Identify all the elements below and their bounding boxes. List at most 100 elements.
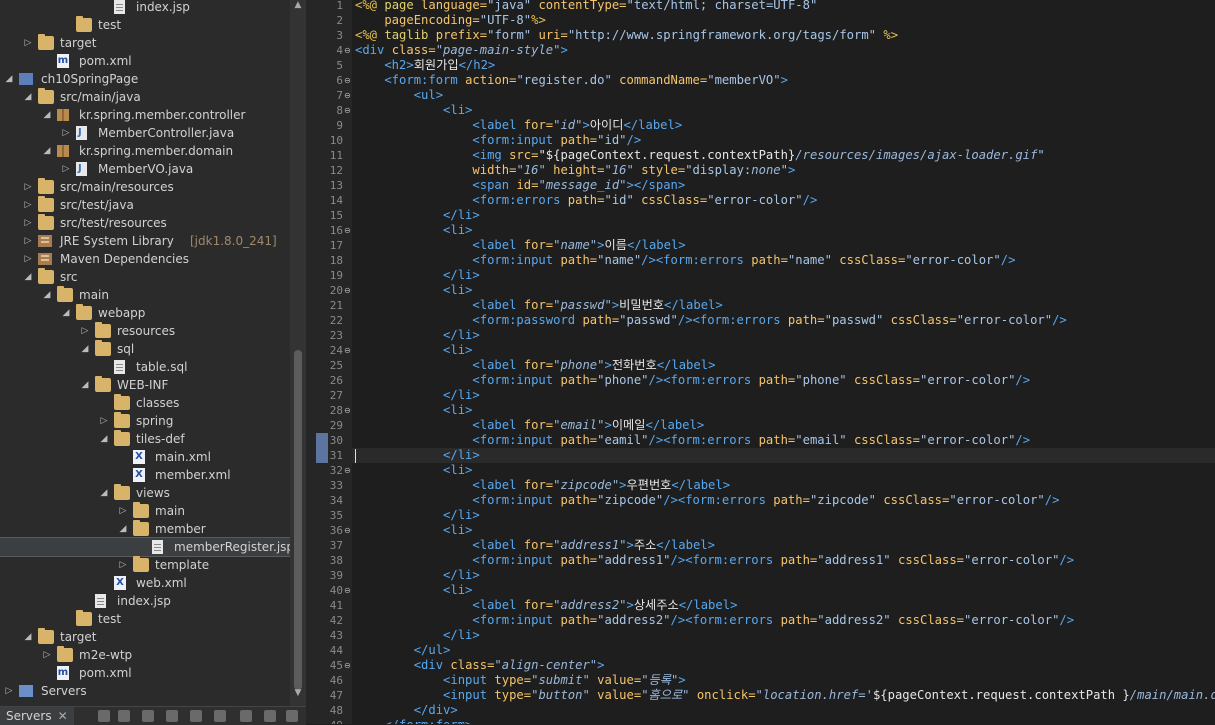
collapse-arrow-icon[interactable]: ◢ bbox=[41, 106, 53, 124]
fold-toggle-icon[interactable]: ⊖ bbox=[344, 43, 352, 58]
code-line[interactable]: <form:input path="eamil"/><form:errors p… bbox=[355, 433, 1030, 448]
tree-item[interactable]: test bbox=[0, 610, 290, 628]
tree-item[interactable]: ▷ main bbox=[0, 502, 290, 520]
profile-icon[interactable] bbox=[166, 710, 178, 722]
code-line[interactable]: <ul> bbox=[355, 88, 443, 103]
start-server-icon[interactable] bbox=[142, 710, 154, 722]
expand-arrow-icon[interactable]: ▷ bbox=[60, 160, 72, 178]
code-line[interactable]: <input type="button" value="홈으로" onclick… bbox=[355, 688, 1215, 703]
tree-item[interactable]: ▷ template bbox=[0, 556, 290, 574]
tree-item[interactable]: ▷ MemberVO.java bbox=[0, 160, 290, 178]
scroll-down-arrow-icon[interactable]: ▼ bbox=[292, 688, 304, 702]
code-line[interactable]: width="16" height="16" style="display:no… bbox=[355, 163, 795, 178]
fold-toggle-icon[interactable]: ⊖ bbox=[344, 463, 352, 478]
code-line[interactable]: </li> bbox=[355, 508, 480, 523]
tab-servers[interactable]: Servers ✕ bbox=[0, 707, 74, 725]
collapse-arrow-icon[interactable]: ◢ bbox=[98, 484, 110, 502]
tree-item[interactable]: ▷ resources bbox=[0, 322, 290, 340]
code-editor[interactable]: 1 <%@ page language="java" contentType="t… bbox=[316, 0, 1215, 724]
code-line[interactable]: <label for="zipcode">우편번호</label> bbox=[355, 478, 730, 493]
code-line[interactable]: <div class="align-center"> bbox=[355, 658, 605, 673]
fold-toggle-icon[interactable]: ⊖ bbox=[344, 223, 352, 238]
tree-item[interactable]: ◢ kr.spring.member.domain bbox=[0, 142, 290, 160]
code-line[interactable]: <%@ taglib prefix="form" uri="http://www… bbox=[355, 28, 898, 43]
code-line[interactable]: <li> bbox=[355, 343, 472, 358]
code-line[interactable]: </div> bbox=[355, 703, 458, 718]
disconnect-icon[interactable] bbox=[240, 710, 252, 722]
code-line[interactable]: <form:input path="zipcode"/><form:errors… bbox=[355, 493, 1059, 508]
fold-toggle-icon[interactable]: ⊖ bbox=[344, 523, 352, 538]
tree-item[interactable]: ◢ WEB-INF bbox=[0, 376, 290, 394]
fold-toggle-icon[interactable]: ⊖ bbox=[344, 283, 352, 298]
collapse-arrow-icon[interactable]: ◢ bbox=[98, 430, 110, 448]
tree-item[interactable]: ▷ Servers bbox=[0, 682, 290, 700]
tree-item[interactable]: ◢ views bbox=[0, 484, 290, 502]
explorer-scrollbar-thumb[interactable] bbox=[294, 350, 302, 690]
code-line[interactable]: <li> bbox=[355, 523, 472, 538]
code-line[interactable]: <label for="passwd">비밀번호</label> bbox=[355, 298, 722, 313]
close-icon[interactable]: ✕ bbox=[58, 709, 68, 723]
code-line[interactable]: <form:errors path="id" cssClass="error-c… bbox=[355, 193, 817, 208]
code-line[interactable]: <form:input path="name"/><form:errors pa… bbox=[355, 253, 1015, 268]
fold-toggle-icon[interactable]: ⊖ bbox=[344, 343, 352, 358]
project-explorer[interactable]: index.jsp test ▷ target m pom.xml ◢ ch10SpringP… bbox=[0, 0, 290, 706]
tree-item[interactable]: ▷ src/test/java bbox=[0, 196, 290, 214]
expand-arrow-icon[interactable]: ▷ bbox=[3, 682, 15, 700]
code-line[interactable]: <label for="id">아이디</label> bbox=[355, 118, 682, 133]
code-line[interactable]: <label for="address1">주소</label> bbox=[355, 538, 715, 553]
tree-item[interactable]: m pom.xml bbox=[0, 52, 290, 70]
tree-item[interactable]: index.jsp bbox=[0, 0, 290, 16]
collapse-arrow-icon[interactable]: ◢ bbox=[41, 286, 53, 304]
code-line[interactable]: <label for="phone">전화번호</label> bbox=[355, 358, 715, 373]
code-line[interactable]: <form:form action="register.do" commandN… bbox=[355, 73, 788, 88]
code-line[interactable]: <span id="message_id"></span> bbox=[355, 178, 685, 193]
tree-item[interactable]: index.jsp bbox=[0, 592, 290, 610]
code-line[interactable]: <label for="name">이름</label> bbox=[355, 238, 685, 253]
tree-item[interactable]: Xmember.xml bbox=[0, 466, 290, 484]
code-line[interactable]: <form:password path="passwd"/><form:erro… bbox=[355, 313, 1066, 328]
collapse-arrow-icon[interactable]: ◢ bbox=[41, 142, 53, 160]
code-line[interactable]: <form:input path="address2"/><form:error… bbox=[355, 613, 1074, 628]
maximize-icon[interactable] bbox=[286, 710, 298, 722]
code-line[interactable]: </li> bbox=[355, 268, 480, 283]
expand-arrow-icon[interactable]: ▷ bbox=[22, 196, 34, 214]
collapse-arrow-icon[interactable]: ◢ bbox=[22, 628, 34, 646]
tree-item[interactable]: ◢ src bbox=[0, 268, 290, 286]
minimize-icon[interactable] bbox=[264, 710, 276, 722]
code-line[interactable]: </ul> bbox=[355, 643, 451, 658]
code-line[interactable]: </li> bbox=[355, 628, 480, 643]
tree-item[interactable]: ▷ spring bbox=[0, 412, 290, 430]
code-line[interactable]: <form:input path="id"/> bbox=[355, 133, 641, 148]
expand-arrow-icon[interactable]: ▷ bbox=[22, 214, 34, 232]
code-line[interactable]: <label for="email">이메일</label> bbox=[355, 418, 704, 433]
tree-item[interactable]: ◢ src/main/java bbox=[0, 88, 290, 106]
tree-item[interactable]: memberRegister.jsp bbox=[0, 537, 290, 557]
expand-arrow-icon[interactable]: ▷ bbox=[41, 646, 53, 664]
tree-item[interactable]: ▷ Maven Dependencies bbox=[0, 250, 290, 268]
tree-item[interactable]: ▷ src/test/resources bbox=[0, 214, 290, 232]
tree-item[interactable]: ◢ sql bbox=[0, 340, 290, 358]
collapse-arrow-icon[interactable]: ◢ bbox=[22, 88, 34, 106]
debug-icon[interactable] bbox=[118, 710, 130, 722]
expand-arrow-icon[interactable]: ▷ bbox=[22, 232, 34, 250]
stop-server-icon[interactable] bbox=[190, 710, 202, 722]
tree-item[interactable]: ▷ MemberController.java bbox=[0, 124, 290, 142]
code-line[interactable]: <li> bbox=[355, 283, 472, 298]
tree-item[interactable]: ▷ target bbox=[0, 34, 290, 52]
code-line[interactable]: </form:form> bbox=[355, 718, 472, 724]
tree-item[interactable]: ▷ src/main/resources bbox=[0, 178, 290, 196]
code-line[interactable]: <label for="address2">상세주소</label> bbox=[355, 598, 737, 613]
expand-arrow-icon[interactable]: ▷ bbox=[60, 124, 72, 142]
tree-item[interactable]: table.sql bbox=[0, 358, 290, 376]
tree-item[interactable]: ▷ m2e-wtp bbox=[0, 646, 290, 664]
code-line[interactable]: <%@ page language="java" contentType="te… bbox=[355, 0, 817, 13]
tree-item[interactable]: ◢ member bbox=[0, 520, 290, 538]
fold-toggle-icon[interactable]: ⊖ bbox=[344, 73, 352, 88]
fold-toggle-icon[interactable]: ⊖ bbox=[344, 403, 352, 418]
publish-icon[interactable] bbox=[214, 710, 226, 722]
code-line[interactable]: <div class="page-main-style"> bbox=[355, 43, 568, 58]
code-line[interactable]: <form:input path="address1"/><form:error… bbox=[355, 553, 1074, 568]
collapse-icon[interactable] bbox=[98, 710, 110, 722]
expand-arrow-icon[interactable]: ▷ bbox=[117, 556, 129, 574]
expand-arrow-icon[interactable]: ▷ bbox=[22, 178, 34, 196]
